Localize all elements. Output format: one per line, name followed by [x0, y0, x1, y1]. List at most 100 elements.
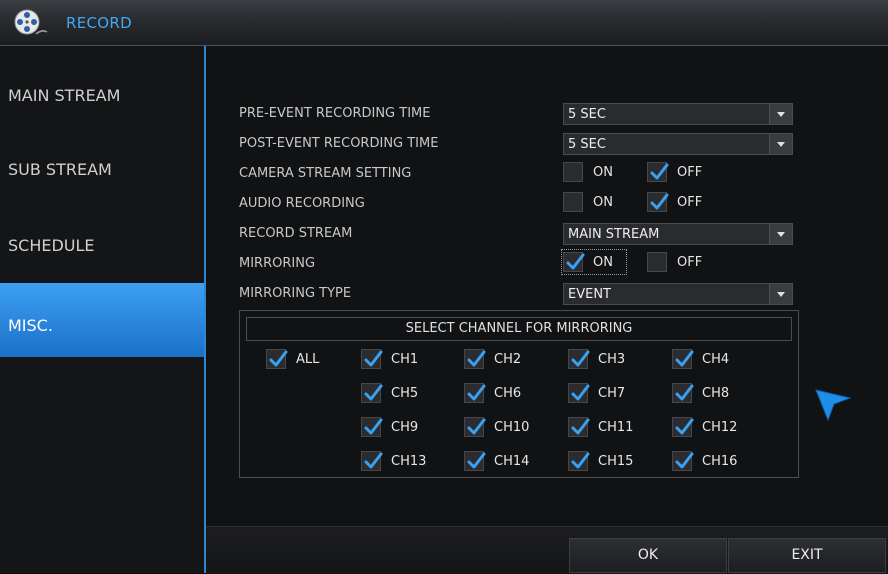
channel-label: CH2 — [494, 352, 522, 367]
checkmark-icon — [675, 350, 694, 367]
pre-event-dropdown[interactable]: 5 SEC — [563, 103, 793, 125]
audio-recording-label: AUDIO RECORDING — [239, 196, 365, 211]
mirroring-off-label: OFF — [677, 255, 703, 270]
channel-checkbox[interactable] — [464, 383, 486, 403]
post-event-dropdown[interactable]: 5 SEC — [563, 133, 793, 155]
checkmark-icon — [675, 384, 694, 401]
channel-label: CH7 — [598, 386, 626, 401]
camera-stream-on-label: ON — [593, 165, 613, 180]
channel-checkbox[interactable] — [361, 383, 383, 403]
pre-event-value: 5 SEC — [568, 107, 606, 122]
channel-checkbox[interactable] — [361, 349, 383, 369]
chevron-down-icon[interactable] — [769, 284, 792, 304]
camera-stream-off-checkbox[interactable] — [647, 162, 669, 182]
channel-checkbox[interactable] — [672, 349, 694, 369]
post-event-label: POST-EVENT RECORDING TIME — [239, 136, 439, 151]
mirroring-off-checkbox[interactable] — [647, 252, 667, 272]
checkmark-icon — [364, 418, 383, 435]
checkmark-icon — [571, 452, 590, 469]
checkmark-icon — [650, 193, 669, 210]
channel-label: CH14 — [494, 454, 530, 469]
mirroring-label: MIRRORING — [239, 256, 316, 271]
channel-label: CH16 — [702, 454, 738, 469]
channel-label: CH10 — [494, 420, 530, 435]
audio-recording-off-label: OFF — [677, 195, 703, 210]
audio-recording-on-checkbox[interactable] — [563, 192, 583, 212]
sidebar-item-label: SCHEDULE — [8, 236, 95, 255]
checkmark-icon — [650, 163, 669, 180]
checkmark-icon — [566, 253, 585, 270]
channel-checkbox[interactable] — [672, 451, 694, 471]
mirroring-type-dropdown[interactable]: EVENT — [563, 283, 793, 305]
sidebar-item-label: SUB STREAM — [8, 160, 112, 179]
sidebar-item-label: MAIN STREAM — [8, 86, 121, 105]
mirroring-type-value: EVENT — [568, 287, 611, 302]
channel-checkbox[interactable] — [464, 451, 486, 471]
channel-checkbox[interactable] — [361, 451, 383, 471]
checkmark-icon — [675, 452, 694, 469]
channel-checkbox[interactable] — [361, 417, 383, 437]
channel-label: CH5 — [391, 386, 419, 401]
channel-checkbox[interactable] — [464, 349, 486, 369]
record-stream-label: RECORD STREAM — [239, 226, 353, 241]
post-event-value: 5 SEC — [568, 137, 606, 152]
ok-button[interactable]: OK — [569, 538, 727, 573]
channel-checkbox[interactable] — [568, 383, 590, 403]
camera-stream-off-label: OFF — [677, 165, 703, 180]
chevron-down-icon[interactable] — [769, 134, 792, 154]
checkmark-icon — [675, 418, 694, 435]
checkmark-icon — [571, 350, 590, 367]
checkmark-icon — [467, 418, 486, 435]
sidebar: MAIN STREAM SUB STREAM SCHEDULE MISC. — [0, 46, 206, 573]
audio-recording-off-checkbox[interactable] — [647, 192, 669, 212]
pre-event-label: PRE-EVENT RECORDING TIME — [239, 106, 431, 121]
mouse-pointer-icon — [815, 389, 852, 422]
chevron-down-icon[interactable] — [769, 104, 792, 124]
camera-stream-label: CAMERA STREAM SETTING — [239, 166, 412, 181]
sidebar-item-misc[interactable]: MISC. — [0, 283, 204, 357]
channel-label: CH15 — [598, 454, 634, 469]
record-window: RECORD MAIN STREAM SUB STREAM SCHEDULE M… — [0, 0, 888, 574]
checkmark-icon — [269, 350, 288, 367]
checkmark-icon — [467, 350, 486, 367]
channel-label: CH11 — [598, 420, 634, 435]
checkmark-icon — [364, 384, 383, 401]
mirroring-on-checkbox[interactable] — [563, 252, 585, 272]
channel-selection-box: SELECT CHANNEL FOR MIRRORING ALL CH1 CH2 C… — [239, 310, 799, 478]
all-channels-checkbox[interactable] — [266, 349, 288, 369]
channel-label: CH9 — [391, 420, 419, 435]
record-stream-value: MAIN STREAM — [568, 227, 660, 242]
camera-stream-on-checkbox[interactable] — [563, 162, 583, 182]
misc-settings-panel: PRE-EVENT RECORDING TIME 5 SEC POST-EVEN… — [206, 46, 888, 574]
mirroring-type-label: MIRRORING TYPE — [239, 286, 352, 301]
channel-label: CH8 — [702, 386, 730, 401]
exit-button[interactable]: EXIT — [728, 538, 886, 573]
sidebar-item-schedule[interactable]: SCHEDULE — [0, 196, 204, 270]
channel-checkbox[interactable] — [672, 383, 694, 403]
sidebar-item-sub-stream[interactable]: SUB STREAM — [0, 120, 204, 194]
mirroring-on-label: ON — [593, 255, 613, 270]
checkmark-icon — [571, 384, 590, 401]
checkmark-icon — [364, 452, 383, 469]
title-bar: RECORD — [0, 0, 888, 46]
channel-checkbox[interactable] — [568, 417, 590, 437]
channel-label: CH12 — [702, 420, 738, 435]
window-title: RECORD — [66, 14, 132, 32]
audio-recording-on-label: ON — [593, 195, 613, 210]
channel-selection-header: SELECT CHANNEL FOR MIRRORING — [246, 317, 792, 341]
film-reel-icon — [14, 9, 48, 35]
sidebar-item-main-stream[interactable]: MAIN STREAM — [0, 46, 204, 120]
record-stream-dropdown[interactable]: MAIN STREAM — [563, 223, 793, 245]
checkmark-icon — [364, 350, 383, 367]
channel-label: CH6 — [494, 386, 522, 401]
channel-checkbox[interactable] — [568, 451, 590, 471]
sidebar-item-label: MISC. — [8, 316, 53, 335]
all-channels-label: ALL — [296, 352, 320, 367]
channel-checkbox[interactable] — [672, 417, 694, 437]
channel-label: CH1 — [391, 352, 419, 367]
checkmark-icon — [571, 418, 590, 435]
channel-checkbox[interactable] — [464, 417, 486, 437]
channel-checkbox[interactable] — [568, 349, 590, 369]
chevron-down-icon[interactable] — [769, 224, 792, 244]
channel-label: CH13 — [391, 454, 427, 469]
